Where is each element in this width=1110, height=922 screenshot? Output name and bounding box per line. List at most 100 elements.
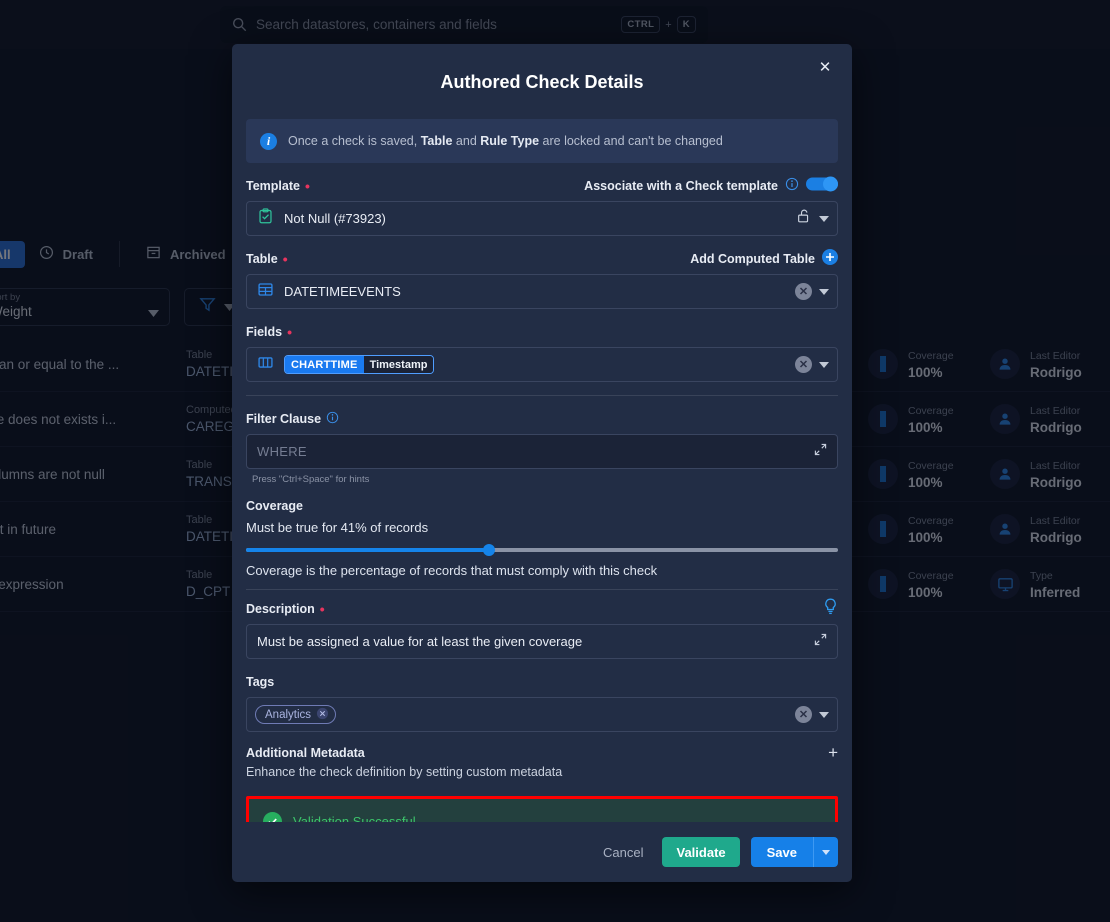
divider bbox=[246, 589, 838, 590]
template-field: Template • Associate with a Check templat… bbox=[246, 176, 838, 236]
tag-chip-label: Analytics bbox=[265, 708, 312, 721]
filter-clause-hint: Press "Ctrl+Space" for hints bbox=[252, 474, 370, 485]
expand-icon[interactable] bbox=[814, 443, 827, 461]
field-chip-name: CHARTTIME bbox=[285, 356, 364, 373]
template-select[interactable]: Not Null (#73923) bbox=[246, 201, 838, 236]
lightbulb-icon[interactable] bbox=[823, 598, 838, 620]
template-select-actions bbox=[796, 208, 829, 229]
chevron-down-icon[interactable] bbox=[819, 215, 829, 222]
associate-template-control: Associate with a Check template bbox=[584, 176, 838, 195]
clear-icon[interactable]: ✕ bbox=[795, 356, 812, 373]
info-icon[interactable] bbox=[785, 177, 799, 194]
required-marker: • bbox=[287, 323, 293, 340]
info-icon[interactable] bbox=[326, 411, 339, 427]
fields-select[interactable]: CHARTTIME Timestamp ✕ bbox=[246, 347, 838, 382]
table-icon bbox=[257, 281, 274, 303]
chevron-down-icon[interactable] bbox=[819, 288, 829, 295]
additional-metadata-head: Additional Metadata + bbox=[246, 744, 838, 761]
validate-button[interactable]: Validate bbox=[662, 837, 740, 867]
required-marker: • bbox=[304, 177, 310, 194]
field-chip[interactable]: CHARTTIME Timestamp bbox=[284, 355, 435, 374]
fields-field-head: Fields • bbox=[246, 322, 838, 341]
tag-chip-remove-icon[interactable] bbox=[316, 707, 329, 723]
chevron-down-icon bbox=[822, 849, 830, 855]
table-select[interactable]: DATETIMEEVENTS ✕ bbox=[246, 274, 838, 309]
filter-clause-input[interactable]: WHERE bbox=[246, 434, 838, 469]
coverage-description: Coverage is the percentage of records th… bbox=[246, 563, 658, 578]
table-field-head: Table • Add Computed Table bbox=[246, 249, 838, 268]
coverage-head: Coverage bbox=[246, 496, 838, 515]
validation-banner: Validation Successful bbox=[249, 799, 835, 822]
slider-thumb[interactable] bbox=[482, 544, 495, 556]
validation-message: Validation Successful bbox=[293, 813, 416, 823]
dialog-title: Authored Check Details bbox=[440, 72, 644, 92]
coverage-label: Coverage bbox=[246, 498, 303, 513]
validation-highlight: Validation Successful bbox=[246, 796, 838, 822]
chevron-down-icon[interactable] bbox=[819, 711, 829, 718]
cancel-button[interactable]: Cancel bbox=[595, 837, 651, 867]
fields-label: Fields • bbox=[246, 323, 293, 340]
add-computed-table-button[interactable]: Add Computed Table bbox=[690, 249, 838, 268]
tags-select-actions: ✕ bbox=[795, 706, 829, 723]
field-chip-type: Timestamp bbox=[363, 356, 434, 373]
coverage-summary: Must be true for 41% of records bbox=[246, 520, 429, 535]
plus-circle-icon bbox=[822, 249, 838, 268]
close-icon[interactable]: ✕ bbox=[814, 56, 836, 78]
app-root: alies All Draft Archived Sort by bbox=[0, 0, 1110, 922]
fields-field: Fields • CHARTTIME Timestamp ✕ bbox=[246, 322, 838, 382]
table-value: DATETIMEEVENTS bbox=[284, 284, 401, 299]
save-button[interactable]: Save bbox=[750, 837, 813, 867]
clear-icon[interactable]: ✕ bbox=[795, 706, 812, 723]
additional-metadata-subtitle: Enhance the check definition by setting … bbox=[246, 765, 563, 779]
fields-value: CHARTTIME Timestamp bbox=[284, 355, 785, 374]
locked-notice-text: Once a check is saved, Table and Rule Ty… bbox=[288, 134, 723, 148]
chevron-down-icon[interactable] bbox=[819, 361, 829, 368]
tags-value: Analytics bbox=[255, 705, 785, 724]
description-value: Must be assigned a value for at least th… bbox=[257, 634, 583, 649]
clear-icon[interactable]: ✕ bbox=[795, 283, 812, 300]
required-marker: • bbox=[319, 600, 325, 617]
check-circle-icon bbox=[263, 811, 282, 822]
description-input[interactable]: Must be assigned a value for at least th… bbox=[246, 624, 838, 659]
dialog-footer: Cancel Validate Save bbox=[232, 822, 852, 882]
tag-chip[interactable]: Analytics bbox=[255, 705, 337, 724]
tags-field: Tags Analytics ✕ bbox=[246, 672, 838, 732]
template-label: Template • bbox=[246, 177, 310, 194]
filter-clause-field: Filter Clause WHERE Press "Ctrl+Space" f… bbox=[246, 409, 838, 485]
tags-select[interactable]: Analytics ✕ bbox=[246, 697, 838, 732]
clipboard-check-icon bbox=[257, 207, 274, 230]
associate-template-toggle[interactable] bbox=[806, 176, 838, 195]
description-head: Description • bbox=[246, 598, 838, 620]
template-field-head: Template • Associate with a Check templat… bbox=[246, 176, 838, 195]
columns-icon bbox=[257, 354, 274, 376]
add-computed-table-label: Add Computed Table bbox=[690, 251, 815, 266]
save-options-button[interactable] bbox=[813, 837, 838, 867]
coverage-field: Coverage Must be true for 41% of records… bbox=[246, 496, 838, 578]
fields-select-actions: ✕ bbox=[795, 356, 829, 373]
table-select-actions: ✕ bbox=[795, 283, 829, 300]
tags-head: Tags bbox=[246, 672, 838, 691]
locked-notice: i Once a check is saved, Table and Rule … bbox=[246, 119, 838, 163]
table-label: Table • bbox=[246, 250, 288, 267]
authored-check-details-dialog: ✕ Authored Check Details i Once a check … bbox=[232, 44, 852, 882]
template-value: Not Null (#73923) bbox=[284, 211, 386, 226]
additional-metadata-title: Additional Metadata bbox=[246, 746, 365, 760]
info-icon: i bbox=[260, 132, 277, 150]
tags-label: Tags bbox=[246, 674, 275, 689]
filter-clause-head: Filter Clause bbox=[246, 409, 838, 428]
dialog-body: i Once a check is saved, Table and Rule … bbox=[232, 93, 852, 822]
table-field: Table • Add Computed Table DATETIMEEVENTS bbox=[246, 249, 838, 309]
plus-icon[interactable]: + bbox=[828, 744, 838, 761]
filter-clause-label: Filter Clause bbox=[246, 411, 339, 427]
unlock-icon[interactable] bbox=[796, 208, 812, 229]
divider bbox=[246, 395, 838, 396]
required-marker: • bbox=[282, 250, 288, 267]
associate-template-label: Associate with a Check template bbox=[584, 178, 778, 193]
description-field: Description • Must be assigned a value fo… bbox=[246, 598, 838, 659]
filter-clause-placeholder: WHERE bbox=[257, 444, 307, 459]
slider-fill bbox=[246, 548, 489, 552]
description-label: Description • bbox=[246, 600, 325, 617]
coverage-slider[interactable] bbox=[246, 543, 838, 557]
expand-icon[interactable] bbox=[814, 633, 827, 651]
save-button-group: Save bbox=[750, 837, 838, 867]
